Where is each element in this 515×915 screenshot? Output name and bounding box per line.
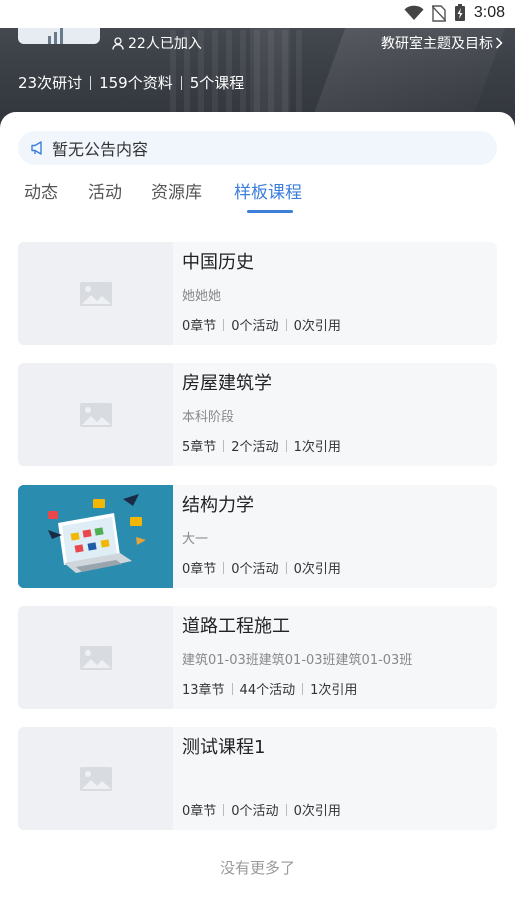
course-title: 测试课程1 — [182, 737, 266, 758]
course-subtitle: 建筑01-03班建筑01-03班建筑01-03班 — [182, 653, 413, 668]
stat-discussions: 23次研讨 — [18, 74, 83, 92]
course-activities: 0个活动 — [231, 562, 279, 577]
course-subtitle: 本科阶段 — [182, 410, 235, 425]
course-meta: 0章节 0个活动 0次引用 — [182, 315, 341, 334]
course-meta: 0章节 0个活动 0次引用 — [182, 558, 341, 577]
stat-courses: 5个课程 — [189, 74, 245, 92]
content-sheet: 暂无公告内容 动态 活动 资源库 样板课程 中国历史 她她她 0章节 0个活动 … — [0, 112, 515, 915]
image-placeholder-icon — [79, 766, 112, 791]
course-citations: 1次引用 — [310, 683, 358, 698]
tab-feed[interactable]: 动态 — [24, 178, 58, 203]
stat-divider — [180, 75, 182, 90]
meta-divider — [223, 561, 225, 574]
no-more-text: 没有更多了 — [219, 859, 295, 877]
course-title: 道路工程施工 — [182, 616, 290, 637]
tab-activities[interactable]: 活动 — [88, 178, 122, 203]
member-count: 22人已加入 — [112, 33, 202, 53]
course-card[interactable]: 房屋建筑学 本科阶段 5章节 2个活动 1次引用 — [18, 363, 497, 466]
meta-divider — [223, 439, 225, 452]
chevron-right-icon — [495, 37, 503, 49]
course-meta: 5章节 2个活动 1次引用 — [182, 436, 341, 455]
course-title: 中国历史 — [182, 252, 254, 273]
member-count-text: 22人已加入 — [128, 36, 202, 52]
goal-link-label: 教研室主题及目标 — [381, 36, 493, 52]
person-icon — [112, 36, 124, 50]
course-chapters: 13章节 — [182, 683, 225, 698]
course-thumbnail — [18, 727, 173, 830]
course-activities: 0个活动 — [231, 319, 279, 334]
course-thumbnail — [18, 485, 173, 588]
course-meta: 0章节 0个活动 0次引用 — [182, 800, 341, 819]
status-bar: 3:08 — [0, 0, 515, 28]
course-chapters: 0章节 — [182, 319, 217, 334]
stat-resources: 159个资料 — [99, 74, 173, 92]
meta-divider — [223, 318, 225, 331]
course-card[interactable]: 测试课程1 0章节 0个活动 0次引用 — [18, 727, 497, 830]
course-thumbnail — [18, 363, 173, 466]
course-citations: 0次引用 — [293, 319, 341, 334]
course-thumbnail — [18, 242, 173, 345]
meta-divider — [285, 439, 287, 452]
no-sim-icon — [431, 4, 446, 22]
course-citations: 0次引用 — [293, 804, 341, 819]
course-activities: 44个活动 — [239, 683, 296, 698]
course-activities: 2个活动 — [231, 440, 279, 455]
image-placeholder-icon — [79, 402, 112, 427]
meta-divider — [285, 803, 287, 816]
wifi-icon — [404, 5, 424, 20]
course-subtitle: 大一 — [182, 532, 209, 547]
image-placeholder-icon — [79, 645, 112, 670]
course-thumbnail — [18, 606, 173, 709]
meta-divider — [285, 561, 287, 574]
image-placeholder-icon — [79, 281, 112, 306]
course-meta: 13章节 44个活动 1次引用 — [182, 679, 357, 698]
meta-divider — [285, 318, 287, 331]
stat-divider — [90, 75, 92, 90]
course-title: 结构力学 — [182, 495, 254, 516]
course-card[interactable]: 道路工程施工 建筑01-03班建筑01-03班建筑01-03班 13章节 44个… — [18, 606, 497, 709]
tab-sample-courses[interactable]: 样板课程 — [234, 178, 302, 203]
course-citations: 1次引用 — [293, 440, 341, 455]
megaphone-icon — [30, 140, 46, 156]
announcement-bar[interactable]: 暂无公告内容 — [18, 131, 497, 165]
course-chapters: 5章节 — [182, 440, 217, 455]
meta-divider — [302, 682, 304, 695]
course-chapters: 0章节 — [182, 562, 217, 577]
studio-stats: 23次研讨 159个资料 5个课程 — [18, 72, 244, 93]
course-chapters: 0章节 — [182, 804, 217, 819]
laptop-illustration — [18, 485, 173, 588]
course-card[interactable]: 中国历史 她她她 0章节 0个活动 0次引用 — [18, 242, 497, 345]
tab-resource-library[interactable]: 资源库 — [151, 178, 202, 203]
battery-charging-icon — [454, 4, 465, 21]
course-card[interactable]: 结构力学 大一 0章节 0个活动 0次引用 — [18, 485, 497, 588]
goal-link[interactable]: 教研室主题及目标 — [381, 33, 503, 53]
course-subtitle: 她她她 — [182, 289, 222, 304]
course-activities: 0个活动 — [231, 804, 279, 819]
course-citations: 0次引用 — [293, 562, 341, 577]
meta-divider — [231, 682, 233, 695]
meta-divider — [223, 803, 225, 816]
announcement-text: 暂无公告内容 — [52, 140, 149, 159]
tab-active-indicator — [247, 210, 293, 213]
status-time: 3:08 — [473, 4, 505, 21]
course-title: 房屋建筑学 — [182, 373, 272, 394]
